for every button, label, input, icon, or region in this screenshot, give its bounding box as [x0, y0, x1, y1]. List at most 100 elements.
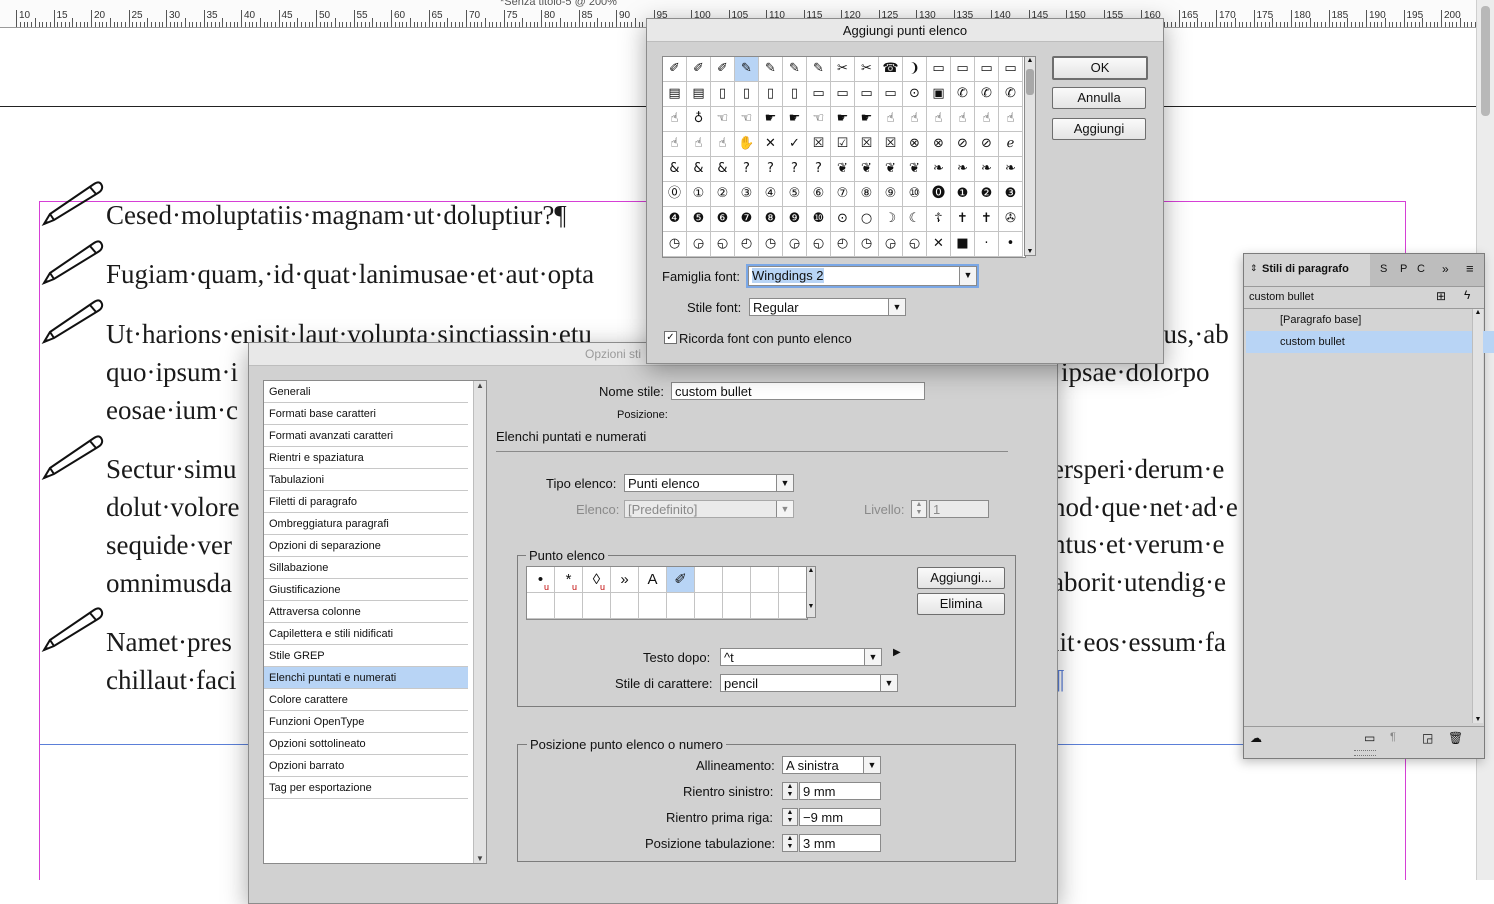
bullet-cell[interactable]	[695, 567, 723, 593]
category-item[interactable]: Rientri e spaziatura	[264, 447, 468, 469]
glyph-cell[interactable]: ◷	[855, 232, 879, 257]
alignment-select[interactable]: A sinistra ▼	[782, 756, 881, 774]
glyph-cell[interactable]: ▤	[687, 82, 711, 107]
bullet-cell[interactable]	[751, 567, 779, 593]
bullet-cell[interactable]	[583, 593, 611, 619]
glyph-cell[interactable]: ?	[783, 157, 807, 182]
category-item[interactable]: Capilettera e stili nidificati	[264, 623, 468, 645]
glyph-cell[interactable]: ☝	[975, 107, 999, 132]
glyph-grid-scrollbar[interactable]: ▲ ▼	[1024, 56, 1036, 256]
category-item[interactable]: Opzioni di separazione	[264, 535, 468, 557]
glyph-cell[interactable]: ☛	[759, 107, 783, 132]
glyph-cell[interactable]: ⑨	[879, 182, 903, 207]
glyph-cell[interactable]: ✕	[759, 132, 783, 157]
glyph-cell[interactable]: ◶	[879, 232, 903, 257]
trash-icon[interactable]: 🗑	[1448, 731, 1463, 745]
font-style-select[interactable]: Regular ▼	[749, 298, 906, 316]
glyph-cell[interactable]: ❽	[759, 207, 783, 232]
glyph-cell[interactable]: ▭	[975, 57, 999, 82]
glyph-cell[interactable]: ⑧	[855, 182, 879, 207]
category-item[interactable]: Stile GREP	[264, 645, 468, 667]
glyph-cell[interactable]: ✎	[783, 57, 807, 82]
glyph-cell[interactable]: ?	[759, 157, 783, 182]
add-glyph-button[interactable]: Aggiungi	[1052, 118, 1146, 140]
lightning-icon[interactable]: ϟ	[1464, 288, 1470, 302]
paragraph-5[interactable]: Namet·pres chillaut·faci	[106, 623, 236, 699]
glyph-cell[interactable]: ⑤	[783, 182, 807, 207]
glyph-cell[interactable]: ▣	[927, 82, 951, 107]
bullet-cell[interactable]	[527, 593, 555, 619]
glyph-cell[interactable]: ✇	[999, 207, 1023, 232]
glyph-cell[interactable]: ☒	[879, 132, 903, 157]
glyph-cell[interactable]: ▭	[807, 82, 831, 107]
bullet-cell[interactable]	[723, 593, 751, 619]
category-item[interactable]: Generali	[264, 381, 468, 403]
glyph-cell[interactable]: ❦	[903, 157, 927, 182]
glyph-cell[interactable]: ①	[687, 182, 711, 207]
bullet-cell[interactable]: A	[639, 567, 667, 593]
glyph-cell[interactable]: ▭	[879, 82, 903, 107]
glyph-cell[interactable]: ✎	[759, 57, 783, 82]
category-item[interactable]: Opzioni sottolineato	[264, 733, 468, 755]
glyph-cell[interactable]: ☽	[879, 207, 903, 232]
glyph-cell[interactable]: ✋	[735, 132, 759, 157]
glyph-cell[interactable]: ◴	[831, 232, 855, 257]
bullet-cell[interactable]	[779, 593, 807, 619]
glyph-cell[interactable]: ☦	[927, 207, 951, 232]
font-family-select[interactable]: Wingdings 2 ▼	[746, 264, 979, 288]
glyph-cell[interactable]: ✆	[975, 82, 999, 107]
glyph-cell[interactable]: ⊘	[951, 132, 975, 157]
left-indent-field[interactable]: 9 mm	[799, 782, 881, 800]
glyph-cell[interactable]: ▯	[759, 82, 783, 107]
glyph-cell[interactable]: ?	[735, 157, 759, 182]
glyph-cell[interactable]: ✎	[807, 57, 831, 82]
bullet-cell[interactable]: ✐	[667, 567, 695, 593]
glyph-cell[interactable]: ▭	[831, 82, 855, 107]
ok-button[interactable]: OK	[1052, 56, 1148, 80]
bullet-cell[interactable]: »	[611, 567, 639, 593]
glyph-cell[interactable]: ☝	[663, 132, 687, 157]
glyph-cell[interactable]: &	[711, 157, 735, 182]
glyph-cell[interactable]: ⓪	[663, 182, 687, 207]
glyph-cell[interactable]: ☝	[711, 132, 735, 157]
glyph-cell[interactable]: ☎	[879, 57, 903, 82]
glyph-cell[interactable]: ✎	[735, 57, 759, 82]
glyph-cell[interactable]: ❧	[951, 157, 975, 182]
glyph-cell[interactable]: ◶	[783, 232, 807, 257]
bullet-character-table[interactable]: • u * u ◊ u » A ✐	[526, 566, 808, 620]
bullet-cell[interactable]	[779, 567, 807, 593]
left-indent-stepper[interactable]: ▲ ▼	[782, 782, 798, 800]
category-item[interactable]: Giustificazione	[264, 579, 468, 601]
clear-overrides-icon[interactable]: ¶	[1390, 731, 1396, 743]
category-item[interactable]: Ombreggiatura paragrafi	[264, 513, 468, 535]
category-item[interactable]: Attraversa colonne	[264, 601, 468, 623]
bullet-cell[interactable]	[667, 593, 695, 619]
glyph-cell[interactable]: ③	[735, 182, 759, 207]
category-item[interactable]: Funzioni OpenType	[264, 711, 468, 733]
glyph-cell[interactable]: ⊙	[903, 82, 927, 107]
glyph-cell[interactable]: ◷	[663, 232, 687, 257]
glyph-cell[interactable]: ☒	[807, 132, 831, 157]
tab-p[interactable]: P	[1400, 263, 1407, 275]
glyph-cell[interactable]: ❼	[735, 207, 759, 232]
bullet-cell[interactable]	[723, 567, 751, 593]
glyph-cell[interactable]: &	[663, 157, 687, 182]
glyph-grid[interactable]: ✐ ✐ ✐ ✎ ✎ ✎ ✎ ✂ ✂ ☎ ❩ ▭ ▭ ▭ ▭ ▤ ▤ ▯ ▯ ▯ ▯ ▭ ▭ ▭ ▭ ⊙ ▣ ✆ ✆ ✆ ☝ ♁ ☜ ☜ ☛ ☛ ☜ ☛ ☛ ☝…	[662, 56, 1026, 258]
category-item[interactable]: Opzioni barrato	[264, 755, 468, 777]
more-tabs-icon[interactable]: »	[1442, 262, 1449, 276]
glyph-cell[interactable]: ·	[975, 232, 999, 257]
glyph-cell[interactable]: ☝	[879, 107, 903, 132]
glyph-cell[interactable]: ✐	[711, 57, 735, 82]
glyph-cell[interactable]: ▯	[711, 82, 735, 107]
glyph-cell[interactable]: ✆	[951, 82, 975, 107]
glyph-cell[interactable]: ☜	[807, 107, 831, 132]
glyph-cell[interactable]: ❦	[831, 157, 855, 182]
glyph-cell[interactable]: ✐	[663, 57, 687, 82]
glyph-cell[interactable]: ❶	[951, 182, 975, 207]
glyph-cell[interactable]: ✝	[951, 207, 975, 232]
glyph-cell[interactable]: ◴	[735, 232, 759, 257]
glyph-cell[interactable]: ❧	[975, 157, 999, 182]
paragraph-4[interactable]: Sectur·simu dolut·volore sequide·ver omn…	[106, 450, 239, 602]
tab-position-field[interactable]: 3 mm	[799, 834, 881, 852]
list-type-select[interactable]: Punti elenco ▼	[624, 474, 794, 492]
